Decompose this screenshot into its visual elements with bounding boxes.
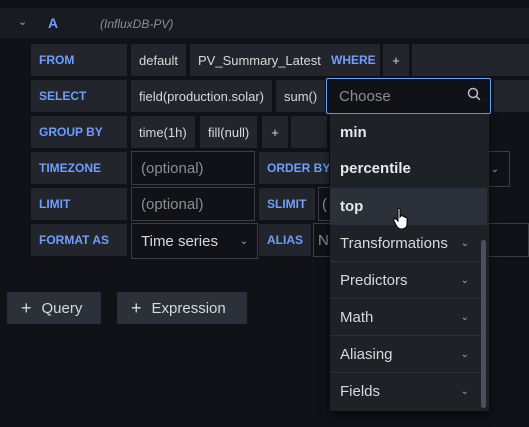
- collapse-chevron-icon[interactable]: ⌄: [18, 15, 27, 28]
- format-as-label: FORMAT AS: [31, 224, 127, 256]
- add-where-button[interactable]: +: [383, 44, 409, 76]
- from-row-filler: [412, 44, 529, 76]
- measurement-segment[interactable]: PV_Summary_Latest: [190, 44, 329, 76]
- aggregation-segment[interactable]: sum(): [276, 80, 326, 112]
- format-as-value: Time series: [141, 232, 218, 250]
- menu-item-aliasing[interactable]: Aliasing ⌄: [330, 336, 487, 373]
- hand-pointer-icon: [393, 207, 408, 230]
- search-icon: [467, 87, 481, 105]
- chevron-down-icon: ⌄: [460, 311, 469, 323]
- timezone-label: TIMEZONE: [31, 152, 127, 184]
- menu-item-math[interactable]: Math ⌄: [330, 299, 487, 336]
- chevron-down-icon: ⌄: [460, 274, 469, 286]
- add-query-label: Query: [41, 299, 83, 317]
- select-row-filler: [494, 80, 529, 112]
- group-by-label: GROUP BY: [31, 116, 127, 148]
- dropdown-scrollbar[interactable]: [481, 240, 486, 408]
- alias-label: ALIAS: [259, 224, 311, 256]
- fill-segment[interactable]: fill(null): [200, 116, 258, 148]
- retention-policy-segment[interactable]: default: [131, 44, 187, 76]
- function-search-input[interactable]: Choose: [326, 78, 491, 114]
- menu-item-min[interactable]: min: [330, 114, 487, 151]
- group-by-row-filler: [291, 116, 327, 148]
- add-expression-button[interactable]: + Expression: [117, 292, 247, 324]
- timezone-input[interactable]: (optional): [131, 151, 255, 185]
- chevron-down-icon: ⌄: [460, 237, 469, 249]
- chevron-down-icon: ⌄: [460, 386, 469, 397]
- where-label: WHERE: [323, 44, 380, 76]
- format-as-select[interactable]: Time series ⌄: [131, 223, 258, 259]
- menu-item-predictors[interactable]: Predictors ⌄: [330, 262, 487, 299]
- menu-item-fields[interactable]: Fields ⌄: [330, 373, 487, 410]
- query-header[interactable]: [0, 8, 529, 38]
- from-label: FROM: [31, 44, 127, 76]
- chevron-down-icon: ⌄: [239, 235, 248, 247]
- add-group-by-button[interactable]: +: [262, 116, 288, 148]
- menu-item-percentile[interactable]: percentile: [330, 150, 487, 187]
- datasource-name: (InfluxDB-PV): [100, 17, 174, 31]
- group-by-time-segment[interactable]: time(1h): [131, 116, 195, 148]
- function-dropdown-menu: min percentile top Transformations ⌄ Pre…: [330, 114, 489, 411]
- chevron-down-icon: ⌄: [490, 163, 500, 175]
- order-by-label: ORDER BY T: [259, 152, 329, 184]
- limit-input[interactable]: (optional): [131, 187, 255, 221]
- field-segment[interactable]: field(production.solar): [131, 80, 273, 112]
- add-expression-label: Expression: [151, 299, 226, 317]
- plus-icon: +: [131, 298, 142, 318]
- alias-input-tail[interactable]: [488, 223, 529, 257]
- query-ref-id[interactable]: A: [48, 15, 58, 31]
- plus-icon: +: [21, 298, 32, 318]
- slimit-label: SLIMIT: [259, 188, 315, 220]
- limit-label: LIMIT: [31, 188, 127, 220]
- add-query-button[interactable]: + Query: [7, 292, 101, 324]
- chevron-down-icon: ⌄: [460, 348, 469, 360]
- select-label: SELECT: [31, 80, 127, 112]
- function-search-placeholder: Choose: [339, 87, 391, 105]
